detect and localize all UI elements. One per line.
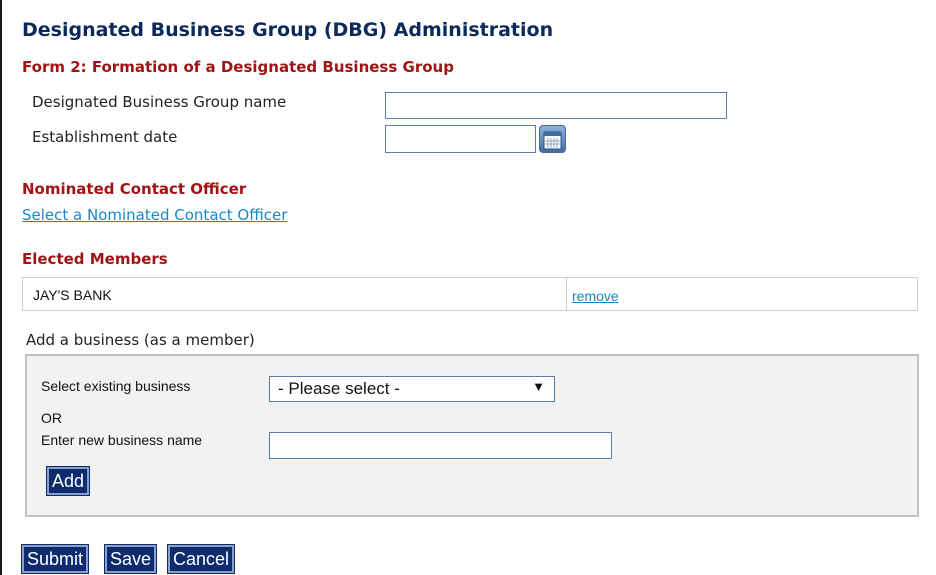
or-label: OR <box>41 410 62 426</box>
page-title: Designated Business Group (DBG) Administ… <box>22 19 554 41</box>
existing-business-select[interactable]: - Please select - ▼ <box>269 376 555 402</box>
submit-button[interactable]: Submit <box>20 544 90 574</box>
select-existing-business-label: Select existing business <box>41 378 191 394</box>
elected-members-table: JAY'S BANK remove <box>22 277 918 311</box>
add-business-label: Add a business (as a member) <box>26 331 255 349</box>
group-name-label: Designated Business Group name <box>32 93 287 111</box>
dbg-administration-page: Designated Business Group (DBG) Administ… <box>0 0 936 575</box>
form-heading: Form 2: Formation of a Designated Busine… <box>22 58 454 76</box>
save-button[interactable]: Save <box>103 544 158 574</box>
establishment-date-label: Establishment date <box>32 128 178 146</box>
chevron-down-icon: ▼ <box>532 379 545 394</box>
group-name-input[interactable] <box>385 92 727 119</box>
elected-members-heading: Elected Members <box>22 250 168 268</box>
table-row-member-name: JAY'S BANK <box>23 278 567 310</box>
establishment-date-input[interactable] <box>385 125 536 153</box>
new-business-name-label: Enter new business name <box>41 432 203 448</box>
existing-business-select-value: - Please select - <box>278 379 400 398</box>
cancel-button[interactable]: Cancel <box>166 544 236 574</box>
add-business-panel: Select existing business - Please select… <box>25 354 919 517</box>
new-business-name-input[interactable] <box>269 432 612 459</box>
contact-officer-heading: Nominated Contact Officer <box>22 180 247 198</box>
add-business-button[interactable]: Add <box>45 466 91 496</box>
select-contact-officer-link[interactable]: Select a Nominated Contact Officer <box>22 206 287 224</box>
remove-member-link[interactable]: remove <box>572 288 619 304</box>
calendar-icon <box>543 131 562 150</box>
calendar-button[interactable] <box>539 125 566 153</box>
